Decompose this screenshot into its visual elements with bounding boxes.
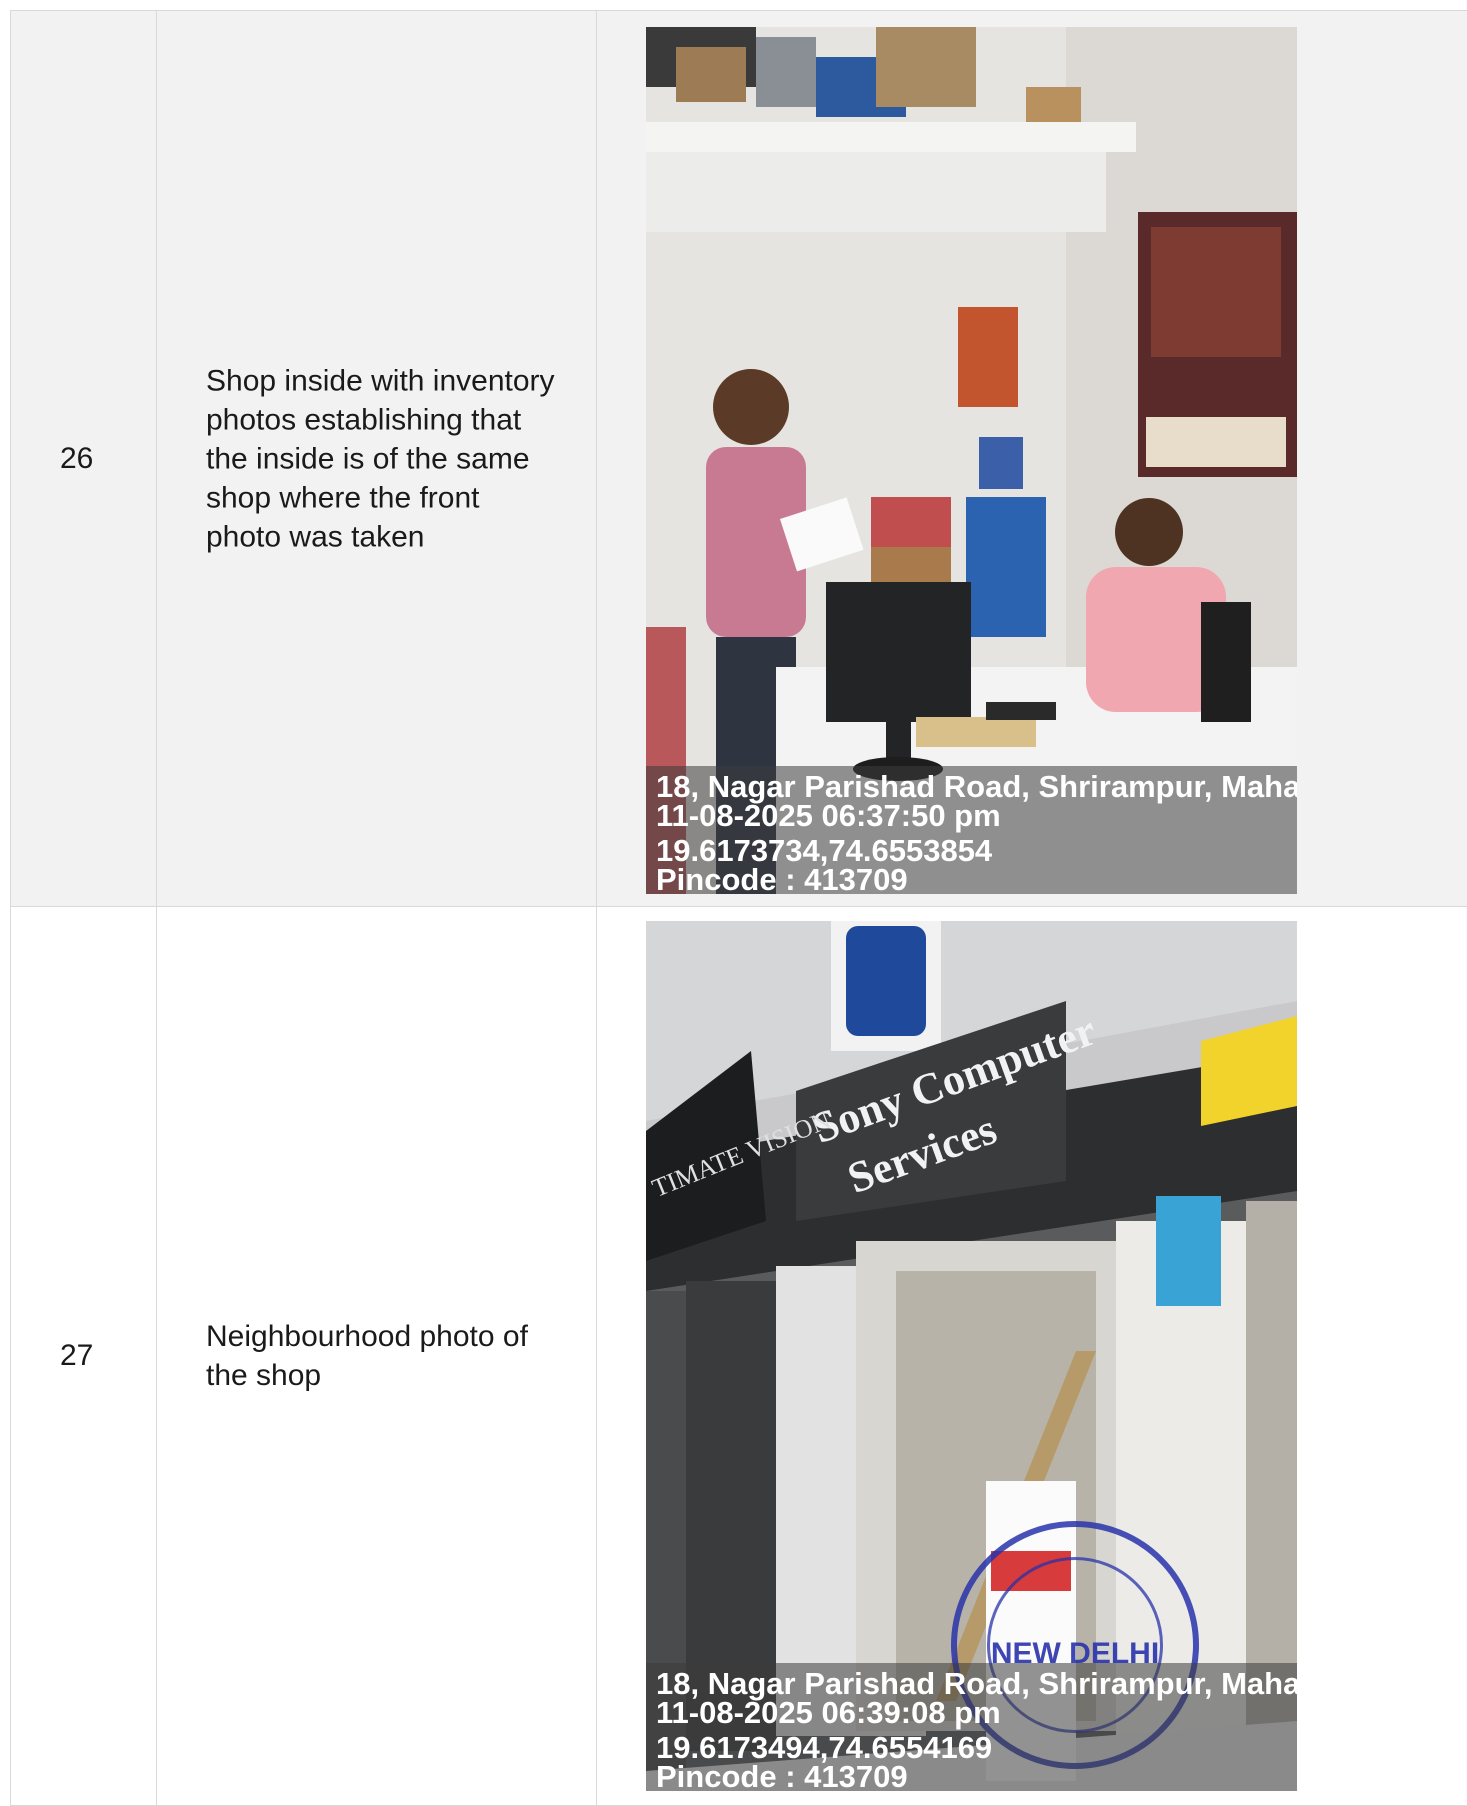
geotag-datetime: 11-08-2025 06:39:08 pm bbox=[656, 1695, 1001, 1730]
geotag-pincode: Pincode : 413709 bbox=[656, 862, 908, 894]
shop-inside-photo: 18, Nagar Parishad Road, Shrirampur, Mah… bbox=[646, 27, 1297, 894]
geotag-pincode: Pincode : 413709 bbox=[656, 1759, 908, 1791]
row-number-cell: 26 bbox=[10, 11, 156, 906]
geotag-coords: 19.6173734,74.6553854 bbox=[656, 833, 993, 868]
photo-geotag-overlay: 18, Nagar Parishad Road, Shrirampur, Mah… bbox=[646, 1663, 1297, 1791]
row-photo-cell: Sony Computer Services TIMATE VISION NEW… bbox=[596, 907, 1467, 1805]
row-description: Shop inside with inventory photos establ… bbox=[206, 364, 555, 553]
row-description-cell: Neighbourhood photo of the shop bbox=[156, 907, 596, 1805]
table-row: 27 Neighbourhood photo of the shop Sony … bbox=[10, 907, 1467, 1806]
photo-geotag-overlay: 18, Nagar Parishad Road, Shrirampur, Mah… bbox=[646, 766, 1297, 894]
geotag-datetime: 11-08-2025 06:37:50 pm bbox=[656, 798, 1001, 833]
neighbourhood-photo: Sony Computer Services TIMATE VISION NEW… bbox=[646, 921, 1297, 1791]
row-description-cell: Shop inside with inventory photos establ… bbox=[156, 11, 596, 906]
row-description: Neighbourhood photo of the shop bbox=[206, 1320, 528, 1392]
geotag-address: 18, Nagar Parishad Road, Shrirampur, Mah… bbox=[656, 1666, 1297, 1701]
table-row: 26 Shop inside with inventory photos est… bbox=[10, 11, 1467, 907]
shop-inside-illustration bbox=[646, 27, 1297, 894]
photo-table: 26 Shop inside with inventory photos est… bbox=[10, 10, 1467, 1806]
geotag-address: 18, Nagar Parishad Road, Shrirampur, Mah… bbox=[656, 769, 1297, 804]
row-number-cell: 27 bbox=[10, 907, 156, 1805]
row-number: 26 bbox=[60, 441, 94, 475]
row-number: 27 bbox=[60, 1339, 94, 1372]
geotag-coords: 19.6173494,74.6554169 bbox=[656, 1730, 993, 1765]
row-photo-cell: 18, Nagar Parishad Road, Shrirampur, Mah… bbox=[596, 11, 1467, 906]
